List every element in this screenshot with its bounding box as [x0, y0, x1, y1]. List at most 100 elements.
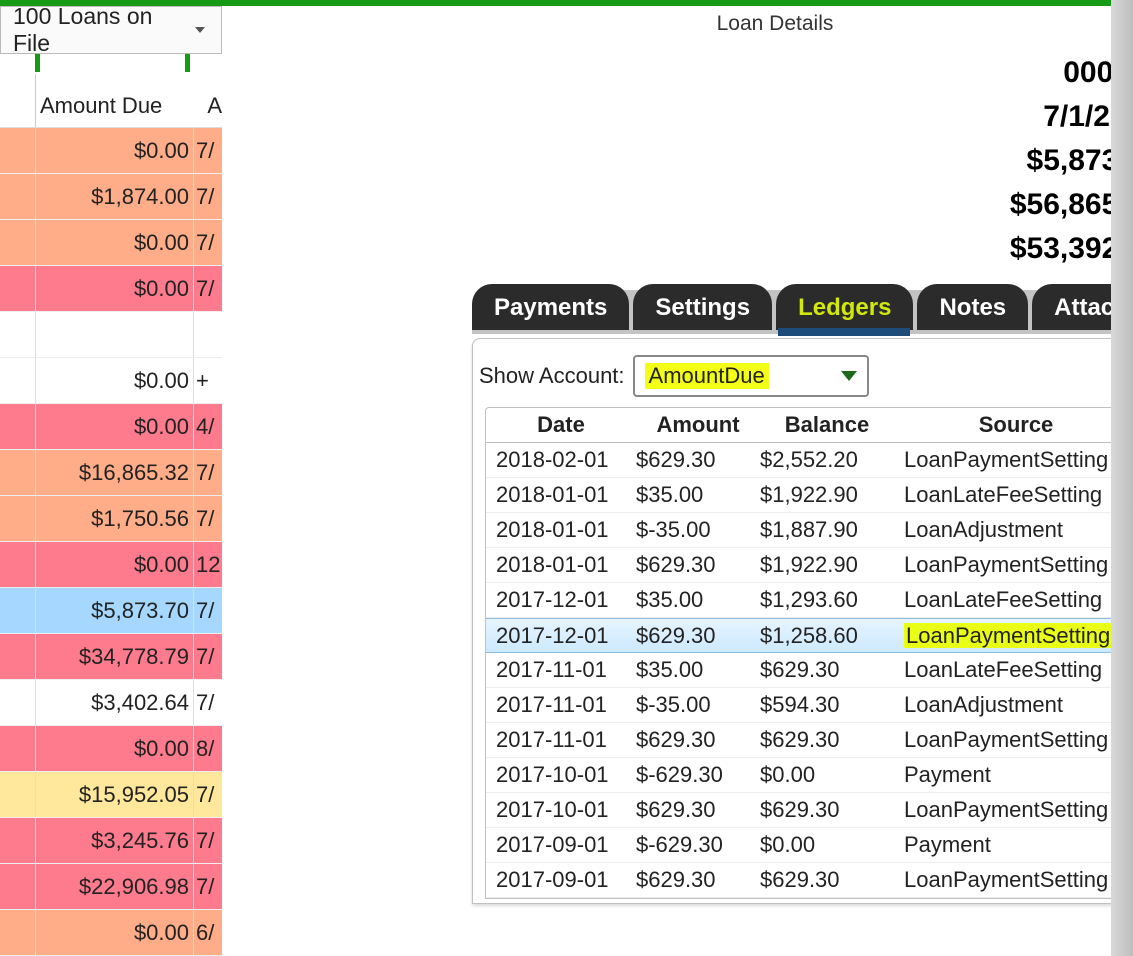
cell-amount: $-629.30 — [636, 832, 760, 858]
cell-date: 2017-12-01 — [486, 623, 636, 649]
cell-date: 2017-10-01 — [486, 762, 636, 788]
cell-source: Payment — [894, 832, 1133, 858]
loans-on-file-dropdown[interactable]: 100 Loans on File — [0, 6, 222, 54]
ledger-row[interactable]: 2017-09-01$629.30$629.30LoanPaymentSetti… — [486, 863, 1133, 898]
loan-row[interactable]: $34,778.797/ — [0, 634, 222, 680]
ledger-row[interactable]: 2017-10-01$629.30$629.30LoanPaymentSetti… — [486, 793, 1133, 828]
loan-row-date: 7/ — [193, 128, 222, 173]
ledger-row[interactable]: 2018-02-01$629.30$2,552.20LoanPaymentSet… — [486, 443, 1133, 478]
cell-amount: $-629.30 — [636, 762, 760, 788]
ledger-row[interactable]: 2017-11-01$-35.00$594.30LoanAdjustmentWa… — [486, 688, 1133, 723]
ledger-grid-header: Date Amount Balance Source Description — [486, 408, 1133, 443]
loan-row[interactable]: $0.0012 — [0, 542, 222, 588]
tab-settings[interactable]: Settings — [633, 284, 772, 330]
chevron-down-icon — [195, 27, 205, 33]
loan-row-date: 7/ — [193, 864, 222, 909]
cell-amount: $629.30 — [636, 447, 760, 473]
loan-row[interactable]: $0.008/ — [0, 726, 222, 772]
ledger-row[interactable]: 2018-01-01$35.00$1,922.90LoanLateFeeSett… — [486, 478, 1133, 513]
loan-row[interactable]: $15,952.057/ — [0, 772, 222, 818]
chevron-down-icon — [841, 371, 857, 381]
cell-source: LoanPaymentSetting — [894, 797, 1133, 823]
cell-source: LoanAdjustment — [894, 692, 1133, 718]
loan-row[interactable]: $1,750.567/ — [0, 496, 222, 542]
loan-row[interactable] — [0, 312, 222, 358]
loan-row-amount: $0.00 — [35, 910, 193, 955]
col-amount[interactable]: Amount — [636, 412, 760, 438]
ledger-row[interactable]: 2017-11-01$35.00$629.30LoanLateFeeSettin… — [486, 653, 1133, 688]
show-account-label: Show Account: — [479, 363, 625, 389]
loan-list-pane: 100 Loans on File Amount Due A $0.007/$1… — [0, 6, 222, 956]
ledger-row[interactable]: 2017-10-01$-629.30$0.00Paymentpmt #168 — [486, 758, 1133, 793]
tab-ledgers[interactable]: Ledgers — [776, 284, 913, 330]
cell-date: 2017-12-01 — [486, 587, 636, 613]
loan-row[interactable]: $0.006/ — [0, 910, 222, 956]
loan-row-amount: $1,750.56 — [35, 496, 193, 541]
loan-row[interactable]: $1,874.007/ — [0, 174, 222, 220]
ledger-grid: Date Amount Balance Source Description 2… — [485, 407, 1133, 899]
cell-balance: $629.30 — [760, 727, 894, 753]
loan-row-amount: $1,874.00 — [35, 174, 193, 219]
cell-amount: $629.30 — [636, 727, 760, 753]
col-date[interactable]: Date — [486, 412, 636, 438]
loan-row[interactable]: $0.004/ — [0, 404, 222, 450]
window-edge — [1111, 0, 1133, 956]
loan-row[interactable]: $0.007/ — [0, 220, 222, 266]
loan-row[interactable]: $5,873.707/ — [0, 588, 222, 634]
loan-row-amount: $0.00 — [35, 128, 193, 173]
loan-row[interactable]: $3,245.767/ — [0, 818, 222, 864]
loan-row-amount: $0.00 — [35, 542, 193, 587]
ledger-row[interactable]: 2017-09-01$-629.30$0.00Paymentpmt #167 — [486, 828, 1133, 863]
loan-row[interactable]: $3,402.647/ — [0, 680, 222, 726]
col-balance[interactable]: Balance — [760, 412, 894, 438]
cell-amount: $35.00 — [636, 657, 760, 683]
tab-notes[interactable]: Notes — [917, 284, 1028, 330]
loan-row-date: 7/ — [193, 220, 222, 265]
cell-balance: $594.30 — [760, 692, 894, 718]
cell-amount: $-35.00 — [636, 517, 760, 543]
loan-row-amount: $22,906.98 — [35, 864, 193, 909]
loan-row[interactable]: $0.007/ — [0, 266, 222, 312]
ledger-row[interactable]: 2018-01-01$629.30$1,922.90LoanPaymentSet… — [486, 548, 1133, 583]
cell-date: 2017-09-01 — [486, 832, 636, 858]
loan-row[interactable]: $0.007/ — [0, 128, 222, 174]
cell-balance: $1,887.90 — [760, 517, 894, 543]
cell-amount: $629.30 — [636, 797, 760, 823]
loan-row-amount: $0.00 — [35, 404, 193, 449]
cell-amount: $629.30 — [636, 623, 760, 649]
loan-row-date: 7/ — [193, 266, 222, 311]
loan-row-date: 7/ — [193, 450, 222, 495]
loan-row[interactable]: $16,865.327/ — [0, 450, 222, 496]
loan-row-date: 7/ — [193, 174, 222, 219]
loan-row-amount: $34,778.79 — [35, 634, 193, 679]
ledger-row[interactable]: 2017-12-01$35.00$1,293.60LoanLateFeeSett… — [486, 583, 1133, 618]
loan-row-amount: $0.00 — [35, 358, 193, 403]
show-account-dropdown[interactable]: AmountDue — [633, 355, 869, 397]
cell-source: Payment — [894, 762, 1133, 788]
loan-row-date: 8/ — [193, 726, 222, 771]
loan-row-amount — [35, 312, 193, 357]
ledger-row[interactable]: 2017-12-01$629.30$1,258.60LoanPaymentSet… — [486, 618, 1133, 653]
col-source[interactable]: Source — [894, 412, 1133, 438]
cell-amount: $35.00 — [636, 482, 760, 508]
cell-date: 2017-09-01 — [486, 867, 636, 893]
loan-row-date — [193, 312, 222, 357]
loan-row[interactable]: $0.00+ — [0, 358, 222, 404]
column-other[interactable]: A — [207, 93, 222, 119]
loan-row-amount: $0.00 — [35, 266, 193, 311]
column-amount-due[interactable]: Amount Due — [40, 93, 162, 119]
ledger-row[interactable]: 2018-01-01$-35.00$1,887.90LoanAdjustment… — [486, 513, 1133, 548]
cell-balance: $0.00 — [760, 762, 894, 788]
loan-row-date: + — [193, 358, 222, 403]
tab-payments[interactable]: Payments — [472, 284, 629, 330]
loan-row-date: 7/ — [193, 496, 222, 541]
cell-amount: $629.30 — [636, 867, 760, 893]
cell-balance: $1,922.90 — [760, 482, 894, 508]
loan-row[interactable]: $22,906.987/ — [0, 864, 222, 910]
ledger-row[interactable]: 2017-11-01$629.30$629.30LoanPaymentSetti… — [486, 723, 1133, 758]
cell-date: 2017-11-01 — [486, 657, 636, 683]
loan-row-amount: $16,865.32 — [35, 450, 193, 495]
cell-date: 2018-01-01 — [486, 517, 636, 543]
loans-on-file-label: 100 Loans on File — [13, 3, 195, 57]
loan-row-date: 4/ — [193, 404, 222, 449]
